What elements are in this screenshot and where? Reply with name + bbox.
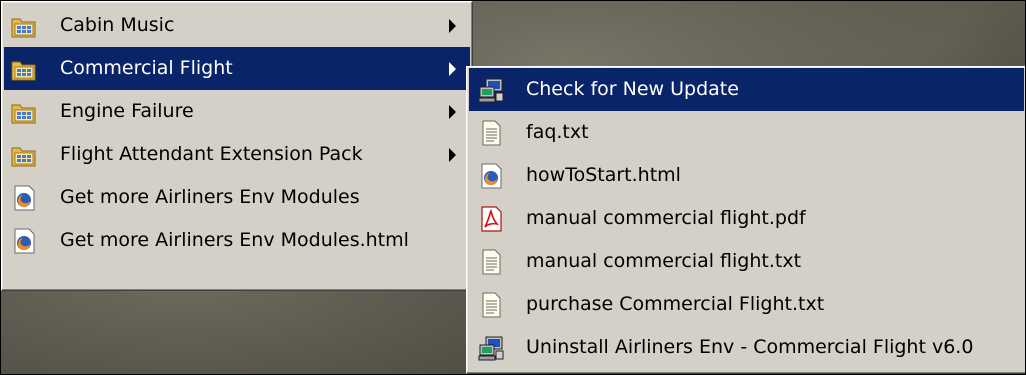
firefox-document-icon: [10, 227, 38, 255]
menu-item-cabin-music[interactable]: Cabin Music: [4, 4, 470, 47]
menu-item-manual-txt[interactable]: manual commercial flight.txt: [469, 240, 1024, 283]
pdf-file-icon: [477, 205, 505, 233]
computer-program-icon: [477, 334, 505, 362]
menu-item-label: Engine Failure: [60, 100, 194, 122]
text-file-icon: [477, 248, 505, 276]
menu-item-label: howToStart.html: [526, 164, 681, 186]
menu-item-howtostart-html[interactable]: howToStart.html: [469, 154, 1024, 197]
firefox-document-icon: [477, 162, 505, 190]
menu-item-get-more-modules-html[interactable]: Get more Airliners Env Modules.html: [4, 219, 470, 262]
menu-item-get-more-modules[interactable]: Get more Airliners Env Modules: [4, 176, 470, 219]
text-file-icon: [477, 291, 505, 319]
menu-item-purchase-txt[interactable]: purchase Commercial Flight.txt: [469, 283, 1024, 326]
menu-item-label: Uninstall Airliners Env - Commercial Fli…: [526, 336, 974, 358]
menu-item-label: purchase Commercial Flight.txt: [526, 293, 825, 315]
submenu-arrow-icon: [449, 19, 456, 33]
menu-item-faq-txt[interactable]: faq.txt: [469, 111, 1024, 154]
program-group-folder-icon: [10, 55, 38, 83]
firefox-document-icon: [10, 184, 38, 212]
menu-item-check-for-new-update[interactable]: Check for New Update: [469, 68, 1024, 111]
commercial-flight-submenu: Check for New Update faq.txt howToStart.…: [466, 66, 1025, 374]
menu-item-label: faq.txt: [526, 121, 589, 143]
menu-item-label: manual commercial flight.pdf: [526, 207, 806, 229]
menu-item-commercial-flight[interactable]: Commercial Flight: [4, 47, 470, 90]
submenu-arrow-icon: [449, 62, 456, 76]
start-menu-folder-list: Cabin Music Commercial Flight Engine Fai…: [1, 1, 473, 291]
menu-item-flight-attendant-extension-pack[interactable]: Flight Attendant Extension Pack: [4, 133, 470, 176]
desktop-background: Cabin Music Commercial Flight Engine Fai…: [0, 0, 1026, 375]
computer-program-icon: [477, 76, 505, 104]
menu-item-label: Cabin Music: [60, 14, 175, 36]
menu-item-uninstall[interactable]: Uninstall Airliners Env - Commercial Fli…: [469, 326, 1024, 369]
menu-item-label: Check for New Update: [526, 78, 739, 100]
menu-item-manual-pdf[interactable]: manual commercial flight.pdf: [469, 197, 1024, 240]
program-group-folder-icon: [10, 98, 38, 126]
program-group-folder-icon: [10, 141, 38, 169]
menu-item-label: Commercial Flight: [60, 57, 233, 79]
text-file-icon: [477, 119, 505, 147]
program-group-folder-icon: [10, 12, 38, 40]
menu-item-engine-failure[interactable]: Engine Failure: [4, 90, 470, 133]
menu-item-label: Flight Attendant Extension Pack: [60, 143, 363, 165]
submenu-arrow-icon: [449, 148, 456, 162]
menu-item-label: Get more Airliners Env Modules.html: [60, 229, 409, 251]
menu-item-label: manual commercial flight.txt: [526, 250, 802, 272]
submenu-arrow-icon: [449, 105, 456, 119]
menu-item-label: Get more Airliners Env Modules: [60, 186, 360, 208]
